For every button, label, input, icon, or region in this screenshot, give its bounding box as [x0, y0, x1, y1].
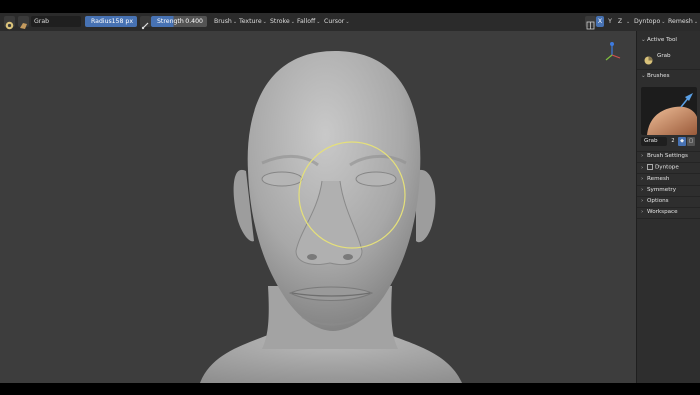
mirror-icon[interactable]: [585, 16, 596, 30]
menu-brush[interactable]: Brush⌄: [214, 16, 237, 27]
tool-header: Grab Radius 158 px Strength 0.400 Brush⌄…: [0, 13, 700, 32]
dyntopo-menu[interactable]: Dyntopo⌄: [634, 16, 665, 27]
right-eye-mesh: [355, 171, 397, 187]
radius-value: 158 px: [111, 18, 133, 25]
brush-name-field[interactable]: Grab: [641, 137, 667, 146]
fake-user-icon[interactable]: ◆: [678, 137, 686, 146]
axis-y-toggle[interactable]: Y: [606, 16, 614, 27]
brushes-header[interactable]: ⌄Brushes: [641, 73, 670, 79]
section-symmetry[interactable]: › Symmetry: [641, 187, 676, 193]
brush-name-field[interactable]: Grab: [31, 16, 81, 27]
axis-x-toggle[interactable]: X: [596, 16, 604, 27]
menu-cursor[interactable]: Cursor⌄: [324, 16, 350, 27]
symmetry-dropdown[interactable]: ⌄: [625, 16, 630, 27]
radius-label: Radius: [91, 18, 112, 25]
video-frame: Grab Radius 158 px Strength 0.400 Brush⌄…: [0, 0, 700, 395]
radius-slider[interactable]: Radius 158 px: [85, 16, 137, 27]
menu-texture[interactable]: Texture⌄: [239, 16, 267, 27]
sculpt-canvas[interactable]: [0, 31, 636, 383]
gizmo-icon[interactable]: [605, 42, 621, 61]
nostril-right: [343, 254, 353, 260]
section-dyntope[interactable]: › Dyntope: [641, 164, 679, 171]
axis-z-toggle[interactable]: Z: [616, 16, 624, 27]
menu-falloff[interactable]: Falloff⌄: [297, 16, 320, 27]
pressure-icon[interactable]: [140, 16, 151, 30]
remesh-menu[interactable]: Remesh⌄: [668, 16, 698, 27]
section-options[interactable]: › Options: [641, 198, 669, 204]
strength-slider[interactable]: Strength 0.400: [151, 16, 207, 27]
blender-window: Grab Radius 158 px Strength 0.400 Brush⌄…: [0, 13, 700, 383]
section-brush-settings[interactable]: › Brush Settings: [641, 153, 688, 159]
grab-brush-icon[interactable]: [18, 16, 29, 29]
section-remesh[interactable]: › Remesh: [641, 176, 669, 182]
menu-stroke[interactable]: Stroke⌄: [270, 16, 295, 27]
nostril-left: [307, 254, 317, 260]
strength-label: Strength: [157, 18, 184, 25]
active-tool-header[interactable]: ⌄Active Tool: [641, 37, 677, 43]
strength-value: 0.400: [185, 18, 203, 25]
properties-sidebar: ⌄Active Tool Grab ⌄Brushes Grab 2 ◆ ▢ › …: [636, 31, 700, 383]
active-tool-name: Grab: [657, 53, 671, 59]
duplicate-brush-icon[interactable]: ▢: [687, 137, 695, 146]
active-tool-icon[interactable]: [643, 51, 654, 65]
brush-user-count: 2: [669, 137, 677, 146]
3d-viewport[interactable]: [0, 31, 636, 383]
brush-preview[interactable]: [641, 87, 697, 135]
left-eye-mesh: [261, 171, 303, 187]
section-workspace[interactable]: › Workspace: [641, 209, 678, 215]
dyntope-checkbox[interactable]: [647, 164, 653, 170]
sculpt-mode-icon[interactable]: [4, 16, 15, 30]
